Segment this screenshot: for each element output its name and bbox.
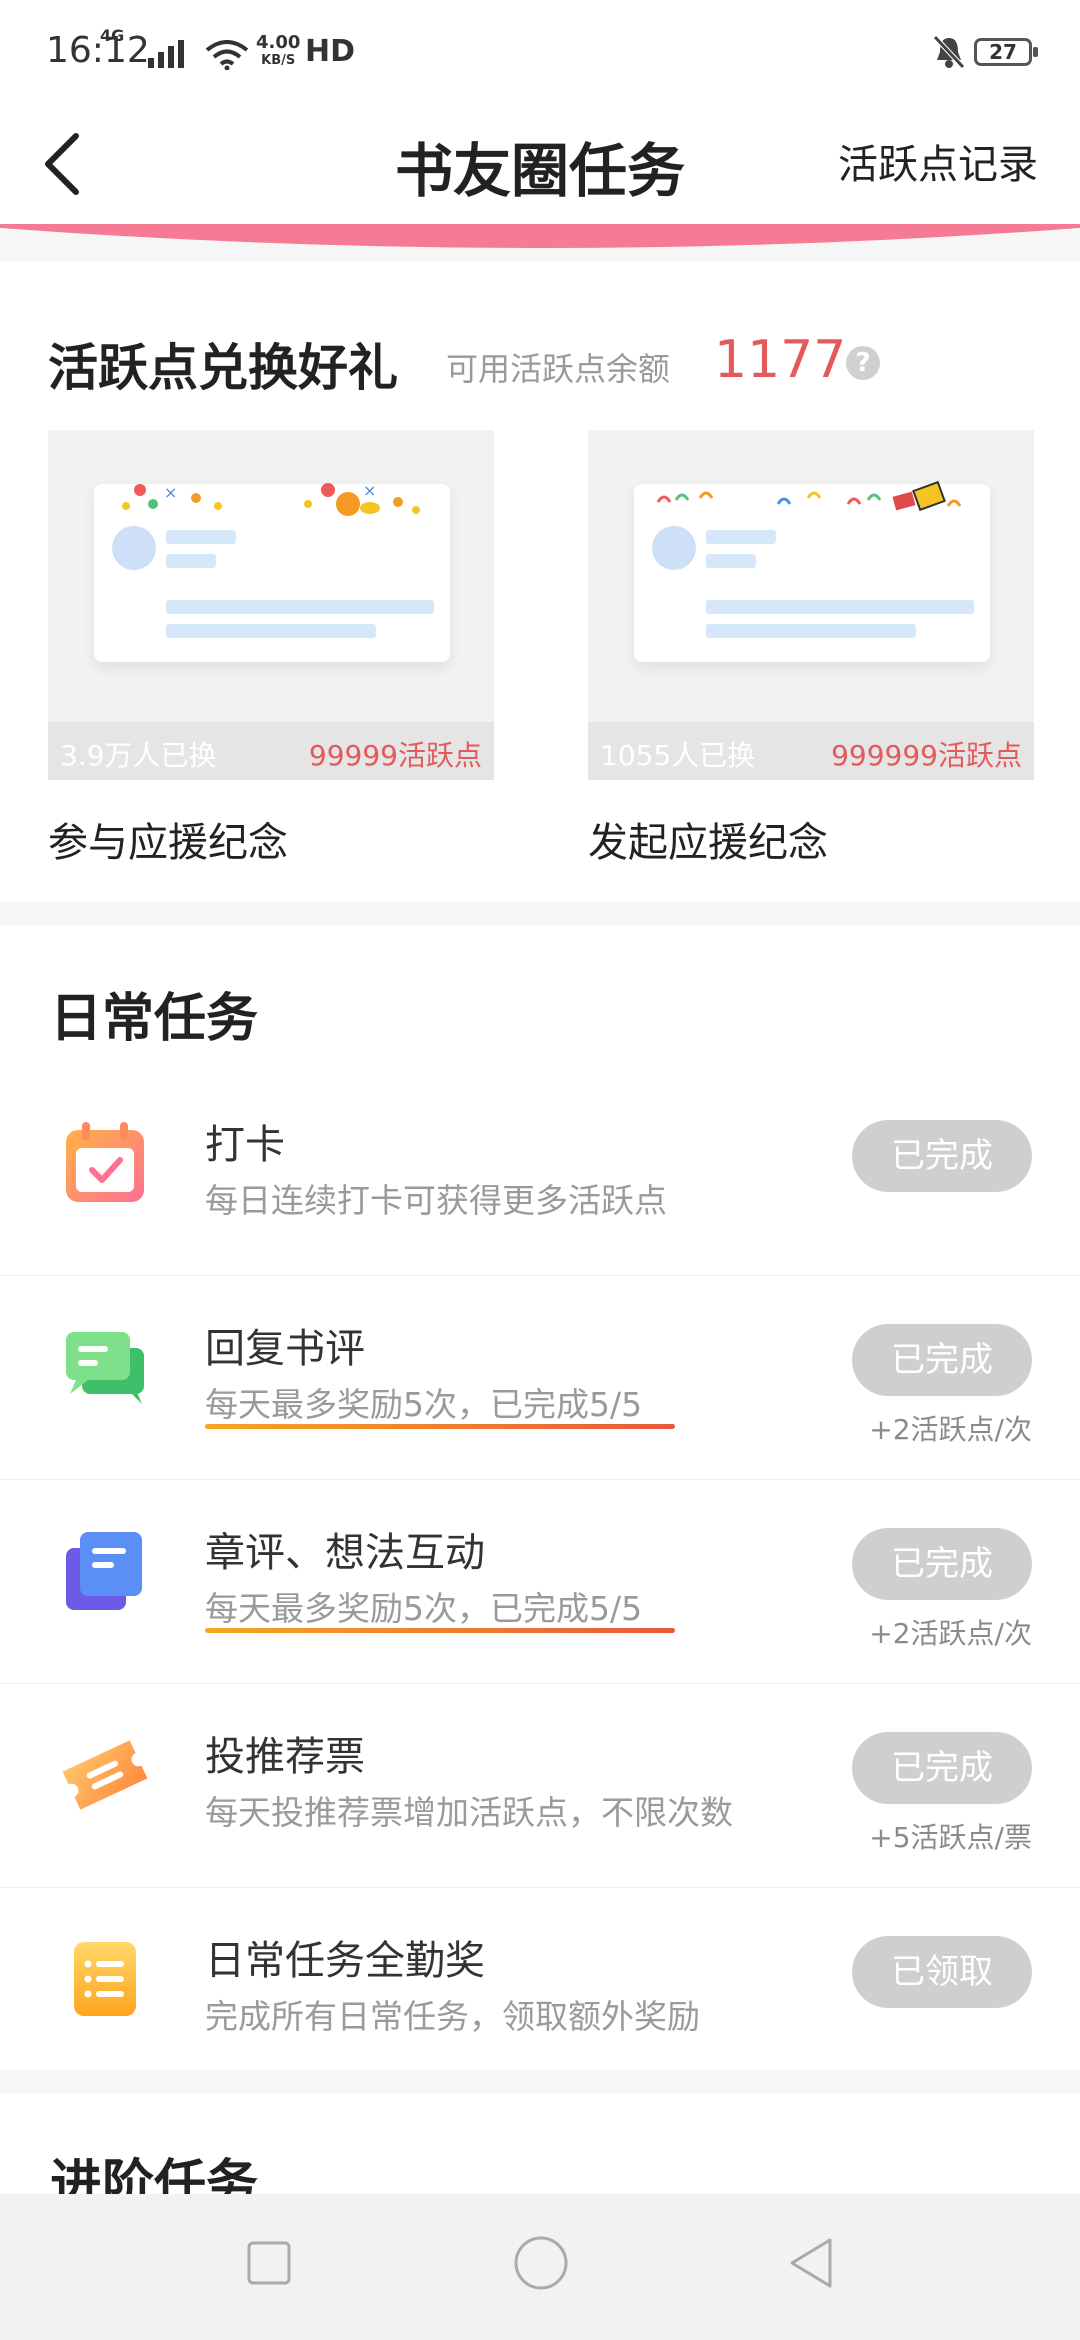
exchange-count: 1055人已换 bbox=[600, 739, 756, 772]
task-status-button[interactable]: 已完成 bbox=[852, 1324, 1032, 1396]
task-name: 投推荐票 bbox=[205, 1734, 365, 1780]
task-checkin: 打卡 每日连续打卡可获得更多活跃点 已完成 bbox=[0, 1072, 1080, 1276]
task-name: 日常任务全勤奖 bbox=[205, 1938, 485, 1984]
task-status-button[interactable]: 已领取 bbox=[852, 1936, 1032, 2008]
gift-card-start[interactable]: 1055人已换 999999活跃点 bbox=[588, 430, 1034, 780]
back-nav-icon[interactable] bbox=[786, 2236, 836, 2290]
gift-name: 发起应援纪念 bbox=[588, 820, 828, 866]
task-desc: 每日连续打卡可获得更多活跃点 bbox=[205, 1181, 667, 1220]
hd-indicator: HD bbox=[305, 34, 356, 69]
ticket-icon bbox=[62, 1740, 148, 1810]
network-type: 4G bbox=[100, 26, 125, 45]
svg-text:×: × bbox=[164, 483, 177, 502]
exchange-count: 3.9万人已换 bbox=[60, 739, 217, 772]
placeholder-line bbox=[166, 624, 376, 638]
task-reward: +2活跃点/次 bbox=[869, 1617, 1032, 1650]
svg-text:×: × bbox=[363, 481, 376, 500]
gift-card-join[interactable]: × × 3.9万人已换 99999活跃点 bbox=[48, 430, 494, 780]
document-stack-icon bbox=[66, 1532, 142, 1610]
status-time: 16:12 bbox=[46, 30, 150, 71]
exchange-section: 活跃点兑换好礼 可用活跃点余额 1177 ? × × 3.9万人已换 99999… bbox=[0, 262, 1080, 902]
calendar-check-icon bbox=[66, 1122, 144, 1202]
task-reply-review: 回复书评 每天最多奖励5次，已完成5/5 已完成 +2活跃点/次 bbox=[0, 1276, 1080, 1480]
status-bar: 16:12 4G 4.00 KB/S HD 27 bbox=[0, 0, 1080, 100]
balance-label: 可用活跃点余额 bbox=[446, 350, 671, 388]
task-full-attendance: 日常任务全勤奖 完成所有日常任务，领取额外奖励 已领取 bbox=[0, 1888, 1080, 2092]
task-status-button[interactable]: 已完成 bbox=[852, 1528, 1032, 1600]
wifi-icon bbox=[205, 40, 249, 70]
battery-indicator: 27 bbox=[974, 38, 1038, 66]
chat-bubbles-icon bbox=[66, 1332, 144, 1404]
nav-bar: 书友圈任务 活跃点记录 bbox=[0, 100, 1080, 230]
activity-record-link[interactable]: 活跃点记录 bbox=[838, 132, 1038, 190]
task-name: 章评、想法互动 bbox=[205, 1530, 485, 1576]
placeholder-line bbox=[706, 624, 916, 638]
exchange-price: 99999活跃点 bbox=[308, 739, 482, 772]
advanced-tasks-title: 进阶任务 bbox=[50, 2154, 259, 2194]
help-icon[interactable]: ? bbox=[846, 346, 880, 380]
task-desc: 完成所有日常任务，领取额外奖励 bbox=[205, 1997, 700, 2036]
placeholder-line bbox=[706, 530, 776, 544]
task-chapter-interaction: 章评、想法互动 每天最多奖励5次，已完成5/5 已完成 +2活跃点/次 bbox=[0, 1480, 1080, 1684]
gift-name: 参与应援纪念 bbox=[48, 820, 288, 866]
exchange-title: 活跃点兑换好礼 bbox=[48, 338, 398, 397]
daily-tasks-section: 日常任务 打卡 每日连续打卡可获得更多活跃点 已完成 回复书评 每天最多奖励5次… bbox=[0, 926, 1080, 2070]
avatar-placeholder bbox=[652, 526, 696, 570]
task-desc: 每天最多奖励5次，已完成5/5 bbox=[205, 1385, 643, 1424]
task-desc: 每天投推荐票增加活跃点，不限次数 bbox=[205, 1793, 733, 1832]
signal-icon bbox=[148, 40, 184, 68]
task-desc: 每天最多奖励5次，已完成5/5 bbox=[205, 1589, 643, 1628]
task-recommend-vote: 投推荐票 每天投推荐票增加活跃点，不限次数 已完成 +5活跃点/票 bbox=[0, 1684, 1080, 1888]
list-icon bbox=[74, 1942, 136, 2016]
progress-underline bbox=[205, 1628, 675, 1633]
card-footer: 3.9万人已换 99999活跃点 bbox=[48, 722, 494, 780]
placeholder-line bbox=[706, 600, 974, 614]
exchange-price: 999999活跃点 bbox=[831, 739, 1022, 772]
balance-value: 1177 bbox=[714, 330, 847, 390]
speed-value: 4.00 bbox=[256, 32, 301, 53]
advanced-tasks-section: 进阶任务 bbox=[0, 2094, 1080, 2194]
task-reward: +2活跃点/次 bbox=[869, 1413, 1032, 1446]
mute-bell-icon bbox=[933, 35, 965, 69]
network-speed: 4.00 KB/S bbox=[256, 34, 300, 70]
task-status-button[interactable]: 已完成 bbox=[852, 1120, 1032, 1192]
header-decoration bbox=[0, 224, 1080, 248]
card-footer: 1055人已换 999999活跃点 bbox=[588, 722, 1034, 780]
system-nav-bar bbox=[0, 2194, 1080, 2340]
confetti-decoration bbox=[656, 480, 962, 512]
placeholder-line bbox=[166, 530, 236, 544]
task-reward: +5活跃点/票 bbox=[869, 1821, 1032, 1854]
task-name: 回复书评 bbox=[205, 1326, 365, 1372]
task-name: 打卡 bbox=[205, 1122, 285, 1168]
recent-apps-icon[interactable] bbox=[246, 2240, 292, 2286]
avatar-placeholder bbox=[112, 526, 156, 570]
placeholder-line bbox=[166, 600, 434, 614]
speed-unit: KB/S bbox=[261, 53, 296, 68]
placeholder-line bbox=[706, 554, 756, 568]
placeholder-line bbox=[166, 554, 216, 568]
home-icon[interactable] bbox=[512, 2234, 570, 2292]
progress-underline bbox=[205, 1424, 675, 1429]
task-status-button[interactable]: 已完成 bbox=[852, 1732, 1032, 1804]
daily-tasks-title: 日常任务 bbox=[50, 988, 259, 1049]
confetti-decoration: × × bbox=[122, 481, 420, 516]
